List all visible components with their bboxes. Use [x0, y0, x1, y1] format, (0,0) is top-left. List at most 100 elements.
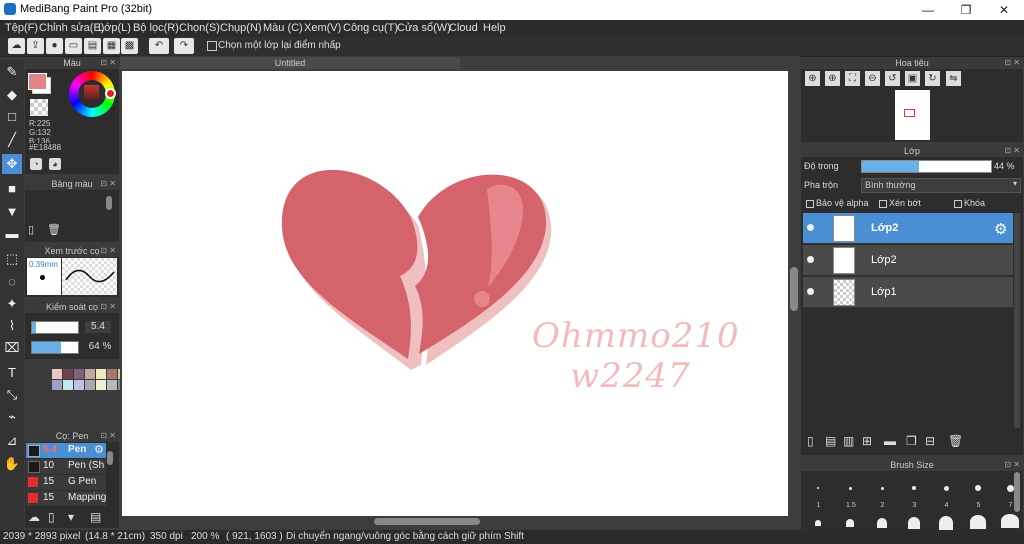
- comment-icon[interactable]: ●: [46, 38, 63, 54]
- palette-swatch[interactable]: [96, 369, 106, 379]
- color-palette-mode-icon[interactable]: ◕: [49, 158, 61, 170]
- document-tab[interactable]: Untitled: [120, 57, 460, 69]
- color-mode-icon[interactable]: ◔: [30, 158, 42, 170]
- add-layer-menu-icon[interactable]: ⊞: [862, 434, 872, 448]
- document-icon[interactable]: ▤: [84, 38, 101, 54]
- cloud-brush-icon[interactable]: ☁: [28, 510, 40, 524]
- palette-swatch[interactable]: [74, 369, 84, 379]
- brush-menu-icon[interactable]: ▾: [68, 510, 74, 524]
- menu-window[interactable]: Cửa sổ(W): [397, 22, 451, 34]
- brush-size-slider[interactable]: [31, 321, 79, 334]
- magic-wand-tool-icon[interactable]: ✦: [2, 294, 22, 314]
- brush-item-mapping[interactable]: 15 Mapping: [26, 491, 106, 506]
- visibility-eye-icon[interactable]: [807, 288, 814, 295]
- new-halftone-layer-icon[interactable]: ▤: [825, 434, 836, 448]
- panel-close-icon[interactable]: ⊡ ✕: [1004, 57, 1020, 69]
- palette-swatch[interactable]: [52, 369, 62, 379]
- maximize-button[interactable]: ❐: [948, 0, 984, 20]
- folder-icon[interactable]: ▬: [884, 434, 896, 448]
- transparent-swatch[interactable]: [30, 99, 48, 116]
- new-layer-icon[interactable]: ▯: [807, 434, 814, 448]
- close-button[interactable]: ✕: [986, 0, 1022, 20]
- hand-tool-icon[interactable]: ✋: [2, 454, 22, 474]
- fill-rect-tool-icon[interactable]: ■: [2, 179, 22, 199]
- menu-file[interactable]: Tệp(F): [5, 22, 38, 34]
- select-pen-tool-icon[interactable]: ⌇: [2, 316, 22, 336]
- select-eraser-tool-icon[interactable]: ⌧: [2, 338, 22, 358]
- vertical-scrollbar[interactable]: [788, 71, 800, 516]
- panel-close-icon[interactable]: ⊡ ✕: [100, 430, 116, 442]
- snap-icon[interactable]: ▩: [121, 38, 138, 54]
- panel-close-icon[interactable]: ⊡ ✕: [100, 178, 116, 190]
- brush-size-dot[interactable]: [848, 486, 852, 490]
- visibility-eye-icon[interactable]: [807, 224, 814, 231]
- undo-icon[interactable]: ↶: [149, 38, 169, 54]
- clipping-checkbox[interactable]: [879, 200, 887, 208]
- layer-list-scrollbar[interactable]: [1014, 213, 1020, 428]
- brush-size-dot-large[interactable]: [908, 517, 920, 529]
- cloud-icon[interactable]: ☁: [8, 38, 25, 54]
- brush-size-dot[interactable]: [912, 486, 916, 490]
- brush-size-scrollbar[interactable]: [1014, 472, 1020, 512]
- menu-cloud[interactable]: Cloud: [449, 22, 478, 34]
- lasso-tool-icon[interactable]: ◌: [2, 272, 22, 292]
- menu-layer[interactable]: Lớp(L): [98, 22, 131, 34]
- palette-swatch[interactable]: [74, 380, 84, 390]
- new-8bit-layer-icon[interactable]: ▥: [843, 434, 854, 448]
- text-tool-icon[interactable]: T: [2, 363, 22, 383]
- zoom-in-alt-icon[interactable]: ⊕: [825, 71, 840, 86]
- palette-swatch[interactable]: [85, 369, 95, 379]
- navigator-viewport[interactable]: [904, 109, 915, 117]
- menu-capture[interactable]: Chụp(N): [220, 22, 262, 34]
- brush-list-scrollbar[interactable]: [107, 451, 113, 465]
- blend-mode-select[interactable]: Bình thường ▾: [861, 178, 1021, 193]
- rotate-left-icon[interactable]: ↺: [885, 71, 900, 86]
- redo-icon[interactable]: ↷: [174, 38, 194, 54]
- brush-item-g-pen[interactable]: 15 G Pen: [26, 475, 106, 490]
- brush-size-dot[interactable]: [1006, 484, 1014, 492]
- layer-row-lop2-active[interactable]: Lớp2 ⚙: [803, 213, 1013, 244]
- protect-alpha-checkbox[interactable]: [806, 200, 814, 208]
- palette-scrollbar[interactable]: [106, 196, 112, 210]
- palette-swatch[interactable]: [96, 380, 106, 390]
- palette-swatch[interactable]: [52, 380, 62, 390]
- grid-icon[interactable]: ▦: [103, 38, 120, 54]
- panel-close-icon[interactable]: ⊡ ✕: [100, 57, 116, 69]
- layer-row-lop2[interactable]: Lớp2: [803, 245, 1013, 276]
- layer-settings-gear-icon[interactable]: ⚙: [994, 220, 1007, 238]
- palette-swatch[interactable]: [63, 369, 73, 379]
- flip-icon[interactable]: ⇋: [946, 71, 961, 86]
- rotate-right-icon[interactable]: ↻: [925, 71, 940, 86]
- primary-color-swatch[interactable]: [28, 73, 47, 90]
- layer-row-lop1[interactable]: Lớp1: [803, 277, 1013, 308]
- brush-properties-icon[interactable]: ▤: [90, 510, 101, 524]
- rectangle-tool-icon[interactable]: □: [2, 107, 22, 127]
- delete-layer-icon[interactable]: 🗑: [948, 434, 963, 448]
- brush-item-pen-shading[interactable]: 10 Pen (Sh: [26, 459, 106, 474]
- operation-tool-icon[interactable]: ⤡: [2, 385, 22, 405]
- select-rect-tool-icon[interactable]: ⬚: [2, 249, 22, 269]
- eyedropper-tool-icon[interactable]: ⊿: [2, 431, 22, 451]
- share-icon[interactable]: ⇪: [27, 38, 44, 54]
- menu-tools[interactable]: Công cụ(T): [343, 22, 398, 34]
- palette-swatch[interactable]: [107, 380, 117, 390]
- brush-opacity-value[interactable]: 64 %: [85, 341, 115, 353]
- eraser-tool-icon[interactable]: ◆: [2, 85, 22, 105]
- gradient-tool-icon[interactable]: ▬: [2, 224, 22, 244]
- brush-size-dot[interactable]: [880, 486, 884, 490]
- menu-select[interactable]: Chọn(S): [179, 22, 220, 34]
- visibility-eye-icon[interactable]: [807, 256, 814, 263]
- delete-palette-icon[interactable]: 🗑: [47, 223, 61, 236]
- brush-opacity-slider[interactable]: [31, 341, 79, 354]
- zoom-in-icon[interactable]: ⊕: [805, 71, 820, 86]
- lock-checkbox[interactable]: [954, 200, 962, 208]
- brush-size-dot[interactable]: [943, 485, 949, 491]
- message-icon[interactable]: ▭: [65, 38, 82, 54]
- vertical-scroll-thumb[interactable]: [790, 267, 798, 311]
- brush-tool-icon[interactable]: ✎: [2, 62, 22, 82]
- palette-swatch[interactable]: [107, 369, 117, 379]
- actual-size-icon[interactable]: ▣: [905, 71, 920, 86]
- line-tool-icon[interactable]: ╱: [2, 130, 22, 150]
- brush-size-dot-large[interactable]: [970, 515, 986, 529]
- menu-help[interactable]: Help: [483, 22, 506, 34]
